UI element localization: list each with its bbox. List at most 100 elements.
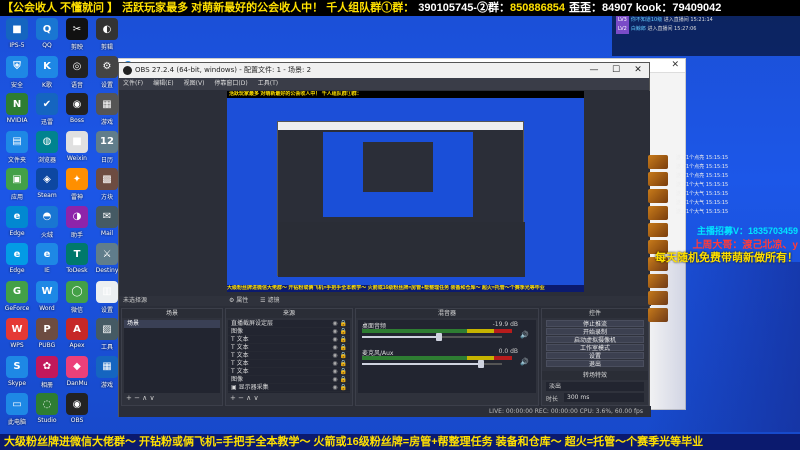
properties-button[interactable]: ⚙ 属性: [229, 297, 248, 304]
desktop-icon[interactable]: ▤ 文件夹: [2, 130, 32, 167]
desktop-icon[interactable]: e Edge: [2, 243, 32, 279]
source-item[interactable]: 图像 ◉ 🔒: [228, 328, 350, 336]
speaker-icon[interactable]: 🔊: [520, 331, 529, 339]
chat-text: 进入直播间 15:27:06: [647, 26, 697, 32]
app-icon: ✂: [66, 18, 88, 40]
nested-preview: [323, 132, 473, 217]
app-icon: G: [6, 280, 28, 303]
obs-titlebar[interactable]: OBS 27.2.4 (64-bit, windows) - 配置文件: 1 -…: [119, 63, 649, 78]
source-item[interactable]: T 文本 ◉ 🔒: [228, 368, 350, 376]
source-item[interactable]: T 文本 ◉ 🔒: [228, 344, 350, 352]
control-button[interactable]: 工作室模式: [546, 344, 644, 352]
desktop-icon[interactable]: ◓ 火绒: [32, 205, 62, 242]
minimize-icon[interactable]: —: [583, 63, 605, 78]
visibility-lock-icons[interactable]: ◉ 🔒: [332, 344, 350, 351]
close-icon[interactable]: ✕: [671, 60, 679, 70]
desktop-icon-label: 语音: [70, 81, 83, 89]
scene-item[interactable]: 场景: [124, 320, 220, 328]
volume-slider[interactable]: [362, 336, 502, 338]
menu-item[interactable]: 文件(F): [123, 80, 143, 87]
app-icon: ▤: [6, 130, 28, 153]
visibility-lock-icons[interactable]: ◉ 🔒: [332, 352, 350, 359]
volume-slider-fill: [362, 336, 439, 338]
desktop-icon[interactable]: A Apex: [62, 318, 92, 354]
desktop-icon[interactable]: ◉ Boss: [62, 93, 92, 129]
transition-select[interactable]: 淡出: [546, 382, 644, 391]
desktop-icon[interactable]: K K歌: [32, 55, 62, 92]
volume-slider-fill: [362, 363, 481, 365]
obs-preview[interactable]: 活跃玩家最多 对萌新最好的公会收人中！ 千人组队群①群： 大级粉丝牌进微信大佬群…: [227, 91, 584, 292]
source-item[interactable]: 图像 ◉ 🔒: [228, 376, 350, 384]
visibility-lock-icons[interactable]: ◉ 🔒: [332, 368, 350, 375]
desktop-icon[interactable]: e Edge: [2, 205, 32, 242]
menu-item[interactable]: 视图(V): [184, 80, 205, 87]
desktop-icon[interactable]: G GeForce: [2, 280, 32, 317]
app-icon: ◍: [36, 130, 58, 153]
volume-slider-knob[interactable]: [436, 333, 442, 341]
control-button[interactable]: 退出: [546, 360, 644, 368]
visibility-lock-icons[interactable]: ◉ 🔒: [332, 336, 350, 343]
desktop-icon[interactable]: ✿ 相册: [32, 355, 62, 392]
visibility-lock-icons[interactable]: ◉ 🔒: [332, 384, 350, 391]
desktop-icon[interactable]: ◉ OBS: [62, 393, 92, 429]
filters-button[interactable]: ☰ 滤镜: [260, 297, 279, 304]
desktop-icon[interactable]: T ToDesk: [62, 243, 92, 279]
menu-item[interactable]: 编辑(E): [153, 80, 173, 87]
source-item[interactable]: 直播截屏设定层 ◉ 🔒: [228, 320, 350, 328]
desktop-icon[interactable]: S Skype: [2, 355, 32, 392]
duration-input[interactable]: 300 ms: [564, 393, 644, 402]
control-button[interactable]: 启动虚拟摄像机: [546, 336, 644, 344]
free-carry-text: 每天随机免费带萌新做所有！: [655, 252, 798, 264]
visibility-lock-icons[interactable]: ◉ 🔒: [332, 320, 350, 327]
control-button[interactable]: 设置: [546, 352, 644, 360]
menu-item[interactable]: 工具(T): [258, 80, 278, 87]
desktop-icon[interactable]: ◍ 浏览器: [32, 130, 62, 167]
desktop-icon[interactable]: ◯ 微信: [62, 280, 92, 317]
desktop-icon[interactable]: ■ Weixin: [62, 130, 92, 167]
app-icon: W: [36, 280, 58, 303]
control-button[interactable]: 停止推流: [546, 320, 644, 328]
visibility-lock-icons[interactable]: ◉ 🔒: [332, 376, 350, 383]
speaker-icon[interactable]: 🔊: [520, 358, 529, 366]
desktop-icon[interactable]: ◆ DanMu: [62, 355, 92, 392]
source-item[interactable]: ▣ 显示器采集 ◉ 🔒: [228, 384, 350, 392]
desktop-icon[interactable]: ◑ 助手: [62, 205, 92, 242]
sources-footer-icons[interactable]: + − ∧ ∨: [230, 394, 259, 403]
desktop-icon[interactable]: Q QQ: [32, 18, 62, 54]
desktop-icon[interactable]: W WPS: [2, 318, 32, 354]
source-item[interactable]: T 文本 ◉ 🔒: [228, 336, 350, 344]
desktop-icon[interactable]: ✦ 雷神: [62, 168, 92, 204]
close-icon[interactable]: ✕: [627, 63, 649, 78]
desktop-icon[interactable]: ◌ Studio: [32, 393, 62, 429]
desktop-icon[interactable]: ▣ 应用: [2, 168, 32, 204]
scenes-footer-icons[interactable]: + − ∧ ∨: [126, 394, 155, 403]
visibility-lock-icons[interactable]: ◉ 🔒: [332, 328, 350, 335]
source-item[interactable]: T 文本 ◉ 🔒: [228, 360, 350, 368]
desktop-icon[interactable]: ■ IPS-5: [2, 18, 32, 54]
maximize-icon[interactable]: ☐: [605, 63, 627, 78]
level-meter: [362, 356, 512, 360]
desktop-icon[interactable]: e IE: [32, 243, 62, 279]
menu-item[interactable]: 停靠窗口(D): [214, 80, 247, 87]
desktop-icon[interactable]: W Word: [32, 280, 62, 317]
obs-window[interactable]: OBS 27.2.4 (64-bit, windows) - 配置文件: 1 -…: [118, 62, 651, 417]
visibility-lock-icons[interactable]: ◉ 🔒: [332, 360, 350, 367]
control-button[interactable]: 开始录制: [546, 328, 644, 336]
desktop-icon[interactable]: P PUBG: [32, 318, 62, 354]
controls-list: 停止推流 开始录制 启动虚拟摄像机 工作室模式 设置 退出: [542, 319, 648, 368]
desktop-icon[interactable]: N NVIDIA: [2, 93, 32, 129]
obs-menubar: 文件(F) 编辑(E) 视图(V) 停靠窗口(D) 工具(T): [119, 78, 649, 90]
desktop-icon-label: DanMu: [66, 379, 88, 387]
desktop-icon[interactable]: ✔ 迅雷: [32, 93, 62, 129]
desktop-icon[interactable]: ⛨ 安全: [2, 55, 32, 92]
app-icon: e: [6, 243, 28, 265]
desktop-icon-label: Skype: [7, 379, 27, 387]
source-item[interactable]: T 文本 ◉ 🔒: [228, 352, 350, 360]
chat-username: 白鲸郎: [630, 26, 648, 32]
desktop-icon[interactable]: ◈ Steam: [32, 168, 62, 204]
desktop-icon[interactable]: ◎ 语音: [62, 55, 92, 92]
desktop-icon[interactable]: ▭ 此电脑: [2, 393, 32, 429]
desktop-icon[interactable]: ◐ 剪辑: [92, 18, 122, 54]
desktop-icon[interactable]: ✂ 剪映: [62, 18, 92, 54]
volume-slider-knob[interactable]: [478, 360, 484, 368]
